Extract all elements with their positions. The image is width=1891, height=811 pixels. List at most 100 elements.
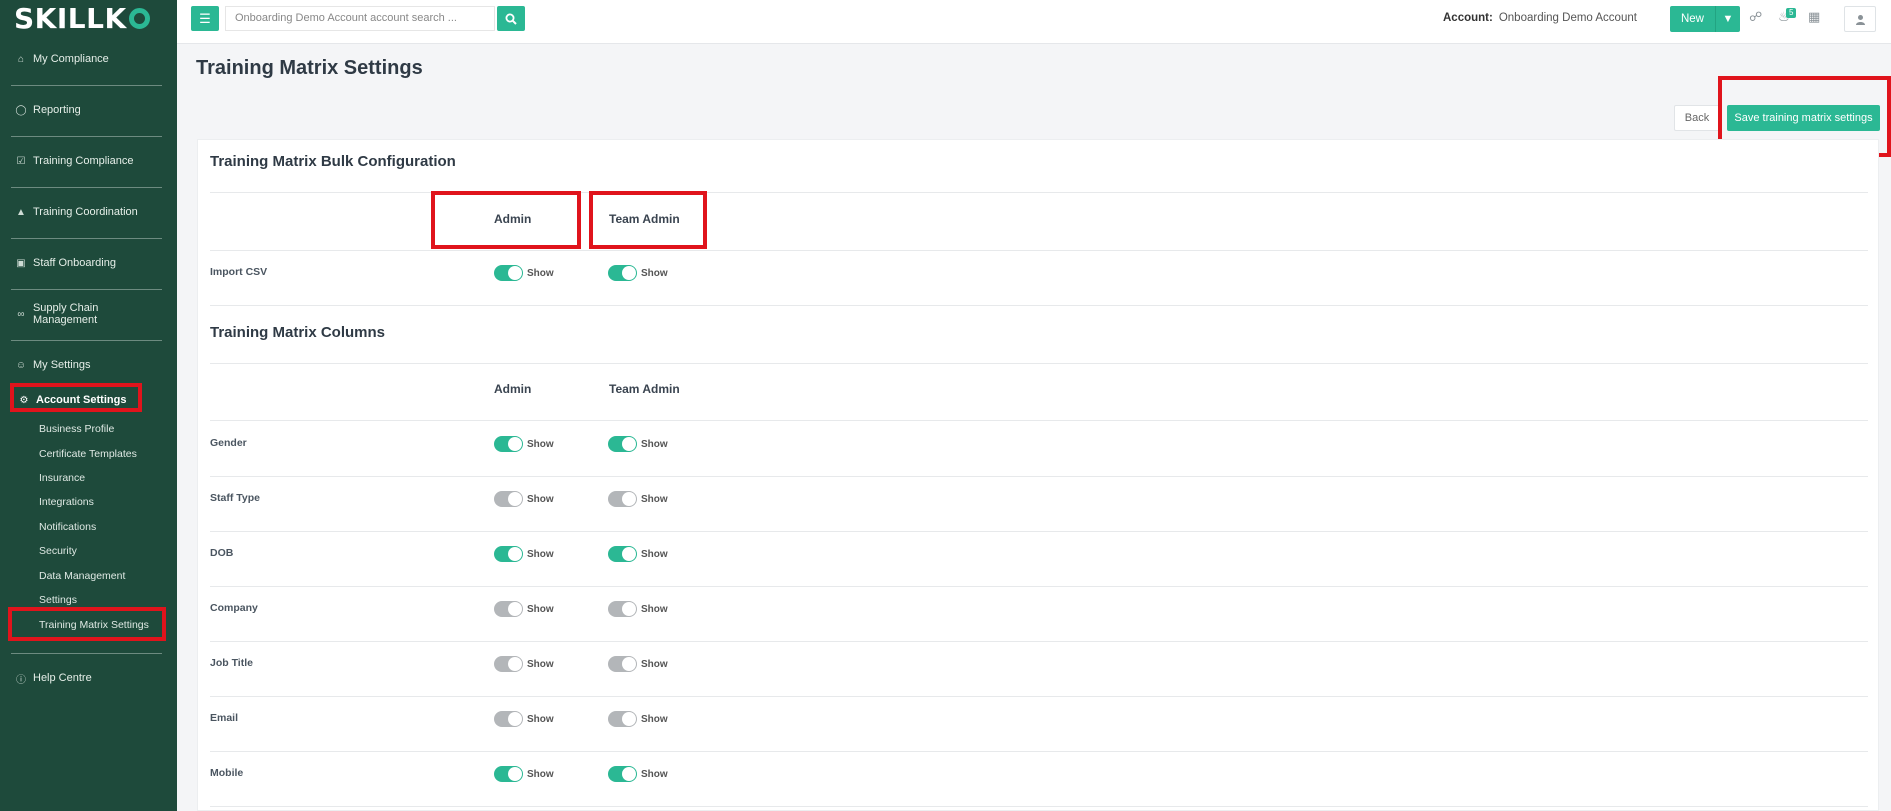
toggle-dob-team-admin[interactable]: Show [608, 546, 668, 562]
divider [210, 192, 1868, 193]
checkbox-icon: ☑ [16, 155, 26, 167]
switch-on [608, 436, 637, 452]
sidebar-item-label: Help Centre [33, 672, 92, 684]
toggle-email-team-admin[interactable]: Show [608, 711, 668, 727]
divider [210, 531, 1868, 532]
switch-off [608, 491, 637, 507]
sidebar-item-label: Staff Onboarding [33, 257, 116, 269]
bulk-configuration-title: Training Matrix Bulk Configuration [210, 153, 456, 170]
logo-text: SKILLK [14, 2, 127, 35]
home-icon: ⌂ [17, 53, 25, 65]
toggle-import-csv-team-admin[interactable]: Show [608, 265, 668, 281]
divider [210, 250, 1868, 251]
toggle-gender-admin[interactable]: Show [494, 436, 554, 452]
toggle-label: Show [641, 438, 668, 450]
toggle-dob-admin[interactable]: Show [494, 546, 554, 562]
hamburger-icon: ☰ [199, 10, 211, 26]
switch-off [494, 711, 523, 727]
row-label-staff-type: Staff Type [210, 492, 260, 504]
sidebar-item-reporting[interactable]: ◯ Reporting [14, 101, 165, 119]
user-avatar-button[interactable] [1844, 6, 1876, 32]
sidebar-subitem-settings[interactable]: Settings [39, 592, 77, 608]
account-label: Account: [1443, 12, 1493, 24]
toggle-company-team-admin[interactable]: Show [608, 601, 668, 617]
sidebar-subitem-integrations[interactable]: Integrations [39, 494, 94, 510]
back-button[interactable]: Back [1674, 105, 1720, 131]
sidebar-subitem-training-matrix-settings[interactable]: Training Matrix Settings [39, 617, 149, 633]
sidebar-item-my-compliance[interactable]: ⌂ My Compliance [14, 50, 165, 68]
share-icon[interactable]: ☍ [1749, 9, 1762, 25]
sidebar-item-label: My Compliance [33, 53, 109, 65]
sidebar-item-staff-onboarding[interactable]: ▣ Staff Onboarding [14, 254, 165, 272]
toggle-label: Show [641, 713, 668, 725]
row-label-mobile: Mobile [210, 767, 244, 779]
account-name: Onboarding Demo Account [1498, 12, 1637, 24]
toggle-label: Show [641, 548, 668, 560]
sidebar-item-help-centre[interactable]: ⓘ Help Centre [14, 669, 165, 687]
sidebar-divider [11, 238, 162, 239]
switch-off [494, 601, 523, 617]
toggle-label: Show [641, 768, 668, 780]
columns-column-admin: Admin [494, 382, 532, 396]
switch-on [494, 436, 523, 452]
toggle-label: Show [641, 493, 668, 505]
new-button[interactable]: New ▼ [1670, 6, 1740, 32]
toggle-staff-type-admin[interactable]: Show [494, 491, 554, 507]
toggle-import-csv-admin[interactable]: Show [494, 265, 554, 281]
switch-off [494, 491, 523, 507]
divider [210, 586, 1868, 587]
divider [210, 420, 1868, 421]
apps-grid-icon[interactable]: ▦ [1808, 9, 1820, 25]
search-button[interactable] [497, 6, 525, 31]
sidebar-divider [11, 85, 162, 86]
sidebar-item-account-settings[interactable]: ⚙ Account Settings [17, 391, 168, 409]
toggle-label: Show [527, 713, 554, 725]
toggle-label: Show [641, 267, 668, 279]
sidebar-subitem-data-management[interactable]: Data Management [39, 568, 125, 584]
topbar: ☰ Onboarding Demo Account account search… [177, 0, 1891, 44]
toggle-email-admin[interactable]: Show [494, 711, 554, 727]
toggle-label: Show [641, 658, 668, 670]
sidebar-item-training-compliance[interactable]: ☑ Training Compliance [14, 152, 165, 170]
toggle-company-admin[interactable]: Show [494, 601, 554, 617]
sidebar-item-my-settings[interactable]: ☺ My Settings [14, 356, 165, 374]
switch-off [608, 656, 637, 672]
sidebar-item-label: My Settings [33, 359, 91, 371]
sidebar-subitem-security[interactable]: Security [39, 543, 77, 559]
toggle-job-title-admin[interactable]: Show [494, 656, 554, 672]
sidebar-subitem-notifications[interactable]: Notifications [39, 519, 96, 535]
toggle-mobile-team-admin[interactable]: Show [608, 766, 668, 782]
row-label-email: Email [210, 712, 239, 724]
account-search-input[interactable]: Onboarding Demo Account account search .… [225, 6, 495, 31]
sidebar-item-label: Reporting [33, 104, 81, 116]
sidebar-item-training-coordination[interactable]: ▲ Training Coordination [14, 203, 165, 221]
divider [210, 696, 1868, 697]
toggle-staff-type-team-admin[interactable]: Show [608, 491, 668, 507]
user-circle-icon: ☺ [15, 359, 27, 371]
id-card-icon: ▣ [16, 257, 26, 269]
switch-on [608, 265, 637, 281]
toggle-mobile-admin[interactable]: Show [494, 766, 554, 782]
toggle-gender-team-admin[interactable]: Show [608, 436, 668, 452]
toggle-job-title-team-admin[interactable]: Show [608, 656, 668, 672]
toggle-label: Show [527, 493, 554, 505]
sidebar-subitem-certificate-templates[interactable]: Certificate Templates [39, 446, 137, 462]
divider [210, 641, 1868, 642]
sidebar-item-supply-chain[interactable]: ∞ Supply Chain Management [14, 302, 165, 326]
info-icon: ⓘ [16, 674, 26, 686]
row-label-gender: Gender [210, 437, 247, 449]
sidebar-subitem-business-profile[interactable]: Business Profile [39, 421, 114, 437]
save-training-matrix-settings-button[interactable]: Save training matrix settings [1727, 105, 1880, 131]
toggle-label: Show [527, 658, 554, 670]
row-label-dob: DOB [210, 547, 234, 559]
row-label-company: Company [210, 602, 258, 614]
switch-off [608, 601, 637, 617]
notification-count-badge: 5 [1786, 8, 1797, 18]
sidebar-subitem-insurance[interactable]: Insurance [39, 470, 85, 486]
toggle-label: Show [527, 267, 554, 279]
menu-toggle-button[interactable]: ☰ [191, 6, 219, 31]
toggle-label: Show [527, 548, 554, 560]
switch-on [494, 766, 523, 782]
skillko-logo[interactable]: SKILLK [14, 2, 150, 35]
switch-on [494, 546, 523, 562]
